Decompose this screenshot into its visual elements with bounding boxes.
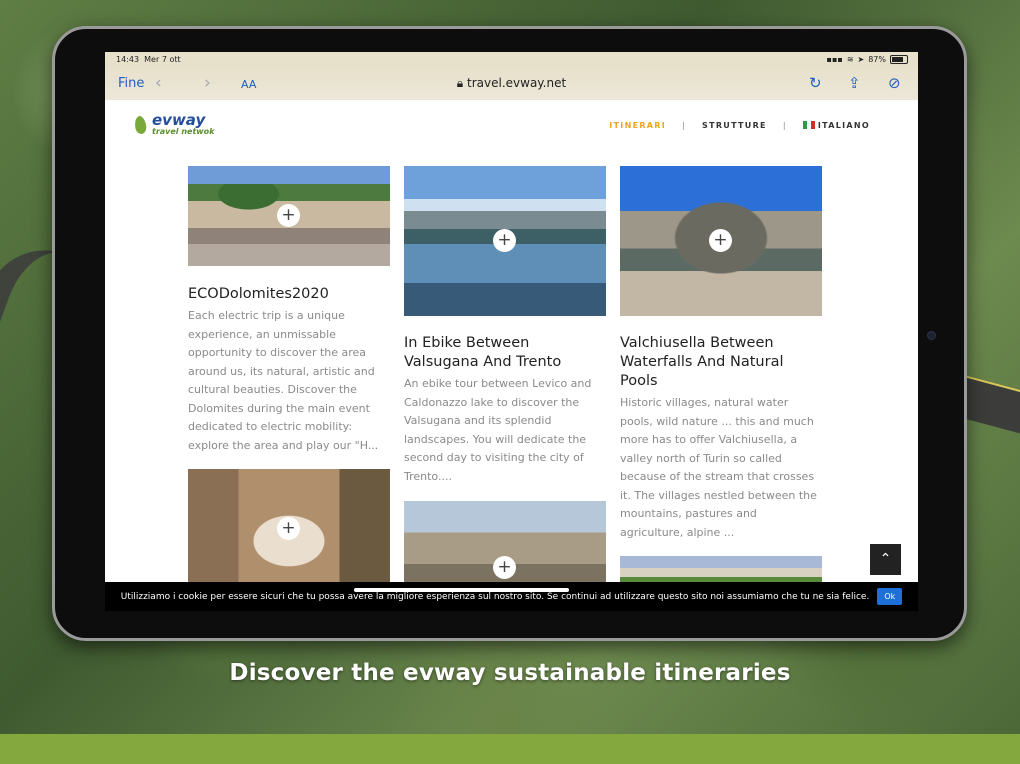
cookie-text: Utilizziamo i cookie per essere sicuri c… (120, 591, 870, 602)
card-image[interactable]: + (404, 166, 606, 316)
site-logo[interactable]: evway travel netwok (133, 111, 215, 136)
compass-icon[interactable]: ⊘ (888, 74, 901, 92)
bottom-bar (0, 734, 1020, 764)
menu-item-itinerari[interactable]: ITINERARI (609, 121, 666, 130)
itinerary-card[interactable]: + (188, 469, 390, 589)
card-image[interactable]: + (404, 501, 606, 591)
tablet-screen: 14:43 Mer 7 ott ▪▪▪ ≋ ➤ 87% Fine ‹ › AA … (105, 52, 918, 611)
cookie-banner: Utilizziamo i cookie per essere sicuri c… (105, 582, 918, 611)
location-icon: ➤ (857, 55, 865, 64)
logo-main-text: evway (152, 111, 206, 129)
status-time: 14:43 (116, 55, 140, 64)
plus-icon[interactable]: + (709, 229, 732, 252)
battery-percent: 87% (868, 55, 886, 64)
menu-item-strutture[interactable]: STRUTTURE (702, 121, 767, 130)
card-title[interactable]: In Ebike Between Valsugana And Trento (404, 334, 606, 372)
main-menu: ITINERARI | STRUTTURE | ITALIANO (609, 121, 870, 130)
card-description: Each electric trip is a unique experienc… (188, 309, 379, 452)
battery-icon (890, 55, 908, 64)
itinerary-card[interactable]: + In Ebike Between Valsugana And Trento … (404, 166, 606, 486)
status-date: Mer 7 ott (144, 55, 181, 64)
italy-flag-icon (802, 121, 815, 129)
cookie-ok-button[interactable]: Ok (877, 588, 903, 605)
wifi-icon: ≋ (846, 55, 854, 64)
menu-separator: | (782, 121, 787, 130)
logo-sub-text: travel netwok (152, 127, 215, 136)
plus-icon[interactable]: + (493, 556, 516, 579)
card-description: Historic villages, natural water pools, … (620, 396, 817, 539)
itinerary-card[interactable]: + ECODolomites2020 Each electric trip is… (188, 166, 390, 455)
address-bar[interactable]: 🔒︎ travel.evway.net (105, 76, 918, 91)
card-title[interactable]: ECODolomites2020 (188, 285, 390, 304)
language-label: ITALIANO (817, 121, 870, 130)
card-image[interactable]: + (188, 166, 390, 266)
itinerary-card[interactable]: + Valchiusella Between Waterfalls And Na… (620, 166, 822, 542)
reload-icon[interactable]: ↻ (809, 74, 822, 92)
share-icon[interactable]: ⇪ (848, 74, 861, 92)
tablet-frame: 14:43 Mer 7 ott ▪▪▪ ≋ ➤ 87% Fine ‹ › AA … (52, 26, 967, 641)
card-description: An ebike tour between Levico and Caldona… (404, 377, 592, 483)
plus-icon[interactable]: + (493, 229, 516, 252)
card-title[interactable]: Valchiusella Between Waterfalls And Natu… (620, 334, 822, 391)
status-bar: 14:43 Mer 7 ott ▪▪▪ ≋ ➤ 87% (105, 52, 918, 68)
plus-icon[interactable]: + (277, 204, 300, 227)
card-image[interactable]: + (188, 469, 390, 589)
signal-icon: ▪▪▪ (826, 55, 843, 64)
lock-icon: 🔒︎ (456, 76, 464, 90)
menu-item-language[interactable]: ITALIANO (802, 121, 870, 130)
menu-separator: | (682, 121, 687, 130)
browser-toolbar: Fine ‹ › AA 🔒︎ travel.evway.net ↻ ⇪ ⊘ (105, 68, 918, 100)
promo-caption: Discover the evway sustainable itinerari… (229, 660, 791, 686)
site-header: evway travel netwok ITINERARI | STRUTTUR… (105, 100, 918, 150)
plus-icon[interactable]: + (277, 517, 300, 540)
card-image[interactable]: + (620, 166, 822, 316)
url-text: travel.evway.net (467, 76, 567, 90)
back-to-top-button[interactable]: ⌃ (870, 544, 901, 575)
itinerary-card[interactable]: + (404, 501, 606, 591)
home-indicator[interactable] (354, 588, 569, 592)
camera (927, 331, 936, 340)
leaf-icon (133, 114, 148, 135)
